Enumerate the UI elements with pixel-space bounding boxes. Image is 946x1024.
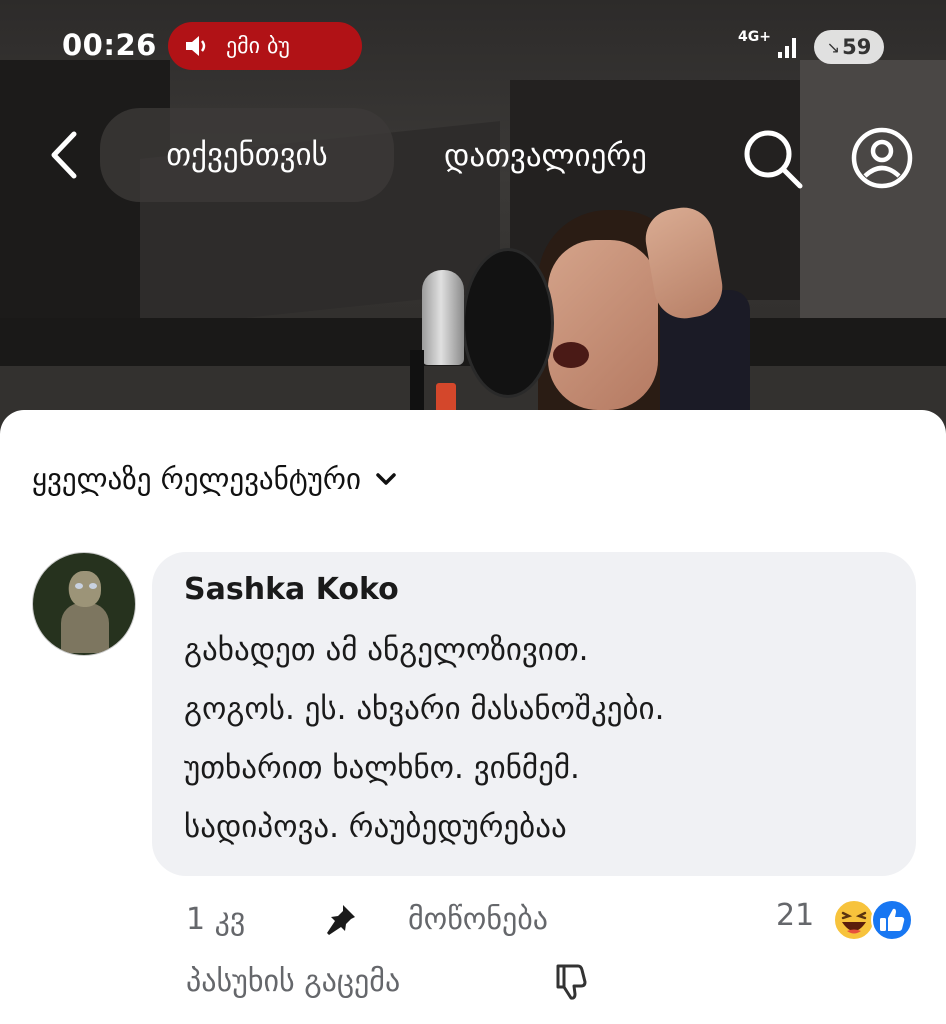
battery-indicator: ↘ 59 xyxy=(814,30,884,64)
avatar-eye xyxy=(89,583,97,589)
reply-button[interactable]: პასუხის გაცემა xyxy=(186,964,400,999)
comment-time-ago: 1 კვ xyxy=(186,902,246,937)
comment-author[interactable]: Sashka Koko xyxy=(184,572,886,607)
comment-text-line: გოგოს. ეს. ახვარი მასანოშკები. xyxy=(184,691,665,727)
status-time: 00:26 xyxy=(62,28,157,62)
microphone xyxy=(422,270,464,365)
call-label: ემი ბუ xyxy=(226,33,290,59)
comments-sheet: ყველაზე რელევანტური Sashka Koko გახადეთ … xyxy=(0,410,946,1024)
singer-face xyxy=(548,240,658,410)
signal-icon xyxy=(778,38,796,58)
singer-mouth xyxy=(553,342,589,368)
comment-actions: 1 კვ მოწონება 21 xyxy=(186,898,926,958)
profile-icon[interactable] xyxy=(850,126,914,190)
battery-saver-icon: ↘ xyxy=(826,37,841,57)
tab-explore[interactable]: დათვალიერე xyxy=(444,138,724,174)
avatar-figure xyxy=(61,603,109,653)
comment-text-line: უთხარით ხალხნო. ვინმემ. xyxy=(184,750,580,786)
search-icon[interactable] xyxy=(740,126,806,192)
avatar[interactable] xyxy=(32,552,136,656)
comment-text-line: გახადეთ ამ ანგელოზივით. xyxy=(184,632,589,668)
comment-text-line: სადიპოვა. რაუბედურებაა xyxy=(184,809,567,845)
comment-actions-secondary: პასუხის გაცემა xyxy=(186,960,926,1020)
ongoing-call-pill[interactable]: ემი ბუ xyxy=(168,22,362,70)
like-icon xyxy=(871,899,913,941)
tab-for-you-label: თქვენთვის xyxy=(166,137,328,173)
reaction-count[interactable]: 21 xyxy=(776,898,814,933)
sort-dropdown[interactable]: ყველაზე რელევანტური xyxy=(32,462,397,496)
chevron-left-icon[interactable] xyxy=(44,128,84,182)
speaker-icon xyxy=(186,36,206,56)
chevron-down-icon xyxy=(376,473,396,485)
network-type: 4G+ xyxy=(738,29,771,45)
avatar-eye xyxy=(75,583,83,589)
like-button[interactable]: მოწონება xyxy=(408,902,548,937)
pin-icon[interactable] xyxy=(324,902,358,936)
screen: 00:26 ემი ბუ 4G+ ↘ 59 თქვენთვის დათვალიე… xyxy=(0,0,946,1024)
battery-level: 59 xyxy=(842,35,872,59)
thumbs-down-icon[interactable] xyxy=(550,960,590,1004)
comment-bubble[interactable]: Sashka Koko გახადეთ ამ ანგელოზივით. გოგო… xyxy=(152,552,916,876)
sort-label: ყველაზე რელევანტური xyxy=(32,462,362,496)
video-player[interactable] xyxy=(0,0,946,440)
pop-filter xyxy=(462,248,554,398)
tab-for-you[interactable]: თქვენთვის xyxy=(100,108,394,202)
avatar-head xyxy=(69,571,101,607)
